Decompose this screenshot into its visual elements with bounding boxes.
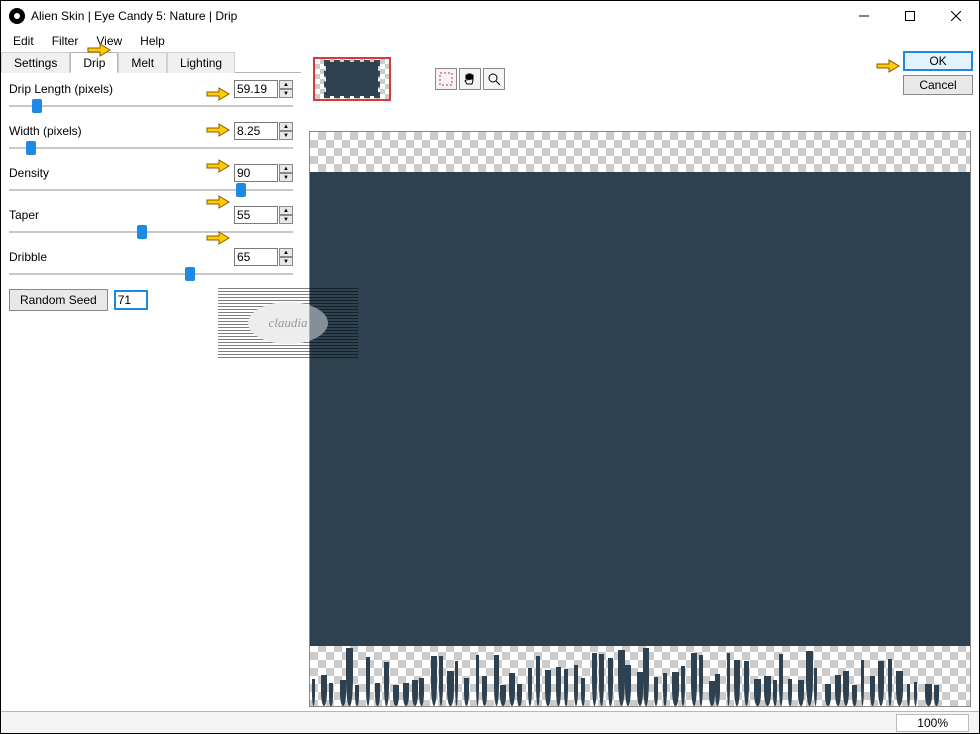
density-input[interactable] xyxy=(234,164,278,182)
taper-slider[interactable] xyxy=(9,225,293,239)
hand-tool-icon[interactable] xyxy=(459,68,481,90)
zoom-tool-icon[interactable] xyxy=(483,68,505,90)
width-slider[interactable] xyxy=(9,141,293,155)
cancel-button[interactable]: Cancel xyxy=(903,75,973,95)
dribble-spinner[interactable]: ▲▼ xyxy=(279,248,293,266)
preview-area[interactable] xyxy=(309,131,971,707)
preview-fill xyxy=(310,172,970,646)
density-spinner[interactable]: ▲▼ xyxy=(279,164,293,182)
ok-button[interactable]: OK xyxy=(903,51,973,71)
density-label: Density xyxy=(9,166,234,180)
menu-filter[interactable]: Filter xyxy=(44,32,87,50)
left-panel: Settings Drip Melt Lighting Drip Length … xyxy=(1,51,301,711)
statusbar: 100% xyxy=(1,711,979,733)
random-seed-button[interactable]: Random Seed xyxy=(9,289,108,311)
width-spinner[interactable]: ▲▼ xyxy=(279,122,293,140)
tab-drip[interactable]: Drip xyxy=(70,52,118,73)
width-input[interactable] xyxy=(234,122,278,140)
window-title: Alien Skin | Eye Candy 5: Nature | Drip xyxy=(31,9,841,23)
menu-edit[interactable]: Edit xyxy=(5,32,42,50)
drip-length-input[interactable] xyxy=(234,80,278,98)
menubar: Edit Filter View Help xyxy=(1,31,979,51)
width-label: Width (pixels) xyxy=(9,124,234,138)
menu-view[interactable]: View xyxy=(88,32,130,50)
dribble-input[interactable] xyxy=(234,248,278,266)
dribble-label: Dribble xyxy=(9,250,234,264)
close-button[interactable] xyxy=(933,1,979,31)
tab-settings[interactable]: Settings xyxy=(1,52,70,73)
taper-label: Taper xyxy=(9,208,234,222)
zoom-level[interactable]: 100% xyxy=(896,714,969,732)
dribble-slider[interactable] xyxy=(9,267,293,281)
drip-length-spinner[interactable]: ▲▼ xyxy=(279,80,293,98)
menu-help[interactable]: Help xyxy=(132,32,173,50)
drip-length-label: Drip Length (pixels) xyxy=(9,82,234,96)
taper-input[interactable] xyxy=(234,206,278,224)
tab-melt[interactable]: Melt xyxy=(118,52,167,73)
preview-thumbnail[interactable] xyxy=(313,57,391,101)
preview-drips xyxy=(310,646,970,706)
maximize-button[interactable] xyxy=(887,1,933,31)
select-tool-icon[interactable] xyxy=(435,68,457,90)
minimize-button[interactable] xyxy=(841,1,887,31)
app-icon xyxy=(9,8,25,24)
titlebar: Alien Skin | Eye Candy 5: Nature | Drip xyxy=(1,1,979,31)
density-slider[interactable] xyxy=(9,183,293,197)
tabs: Settings Drip Melt Lighting xyxy=(1,51,301,73)
tab-lighting[interactable]: Lighting xyxy=(167,52,235,73)
random-seed-input[interactable] xyxy=(114,290,148,310)
right-panel: OK Cancel xyxy=(301,51,979,711)
taper-spinner[interactable]: ▲▼ xyxy=(279,206,293,224)
drip-length-slider[interactable] xyxy=(9,99,293,113)
